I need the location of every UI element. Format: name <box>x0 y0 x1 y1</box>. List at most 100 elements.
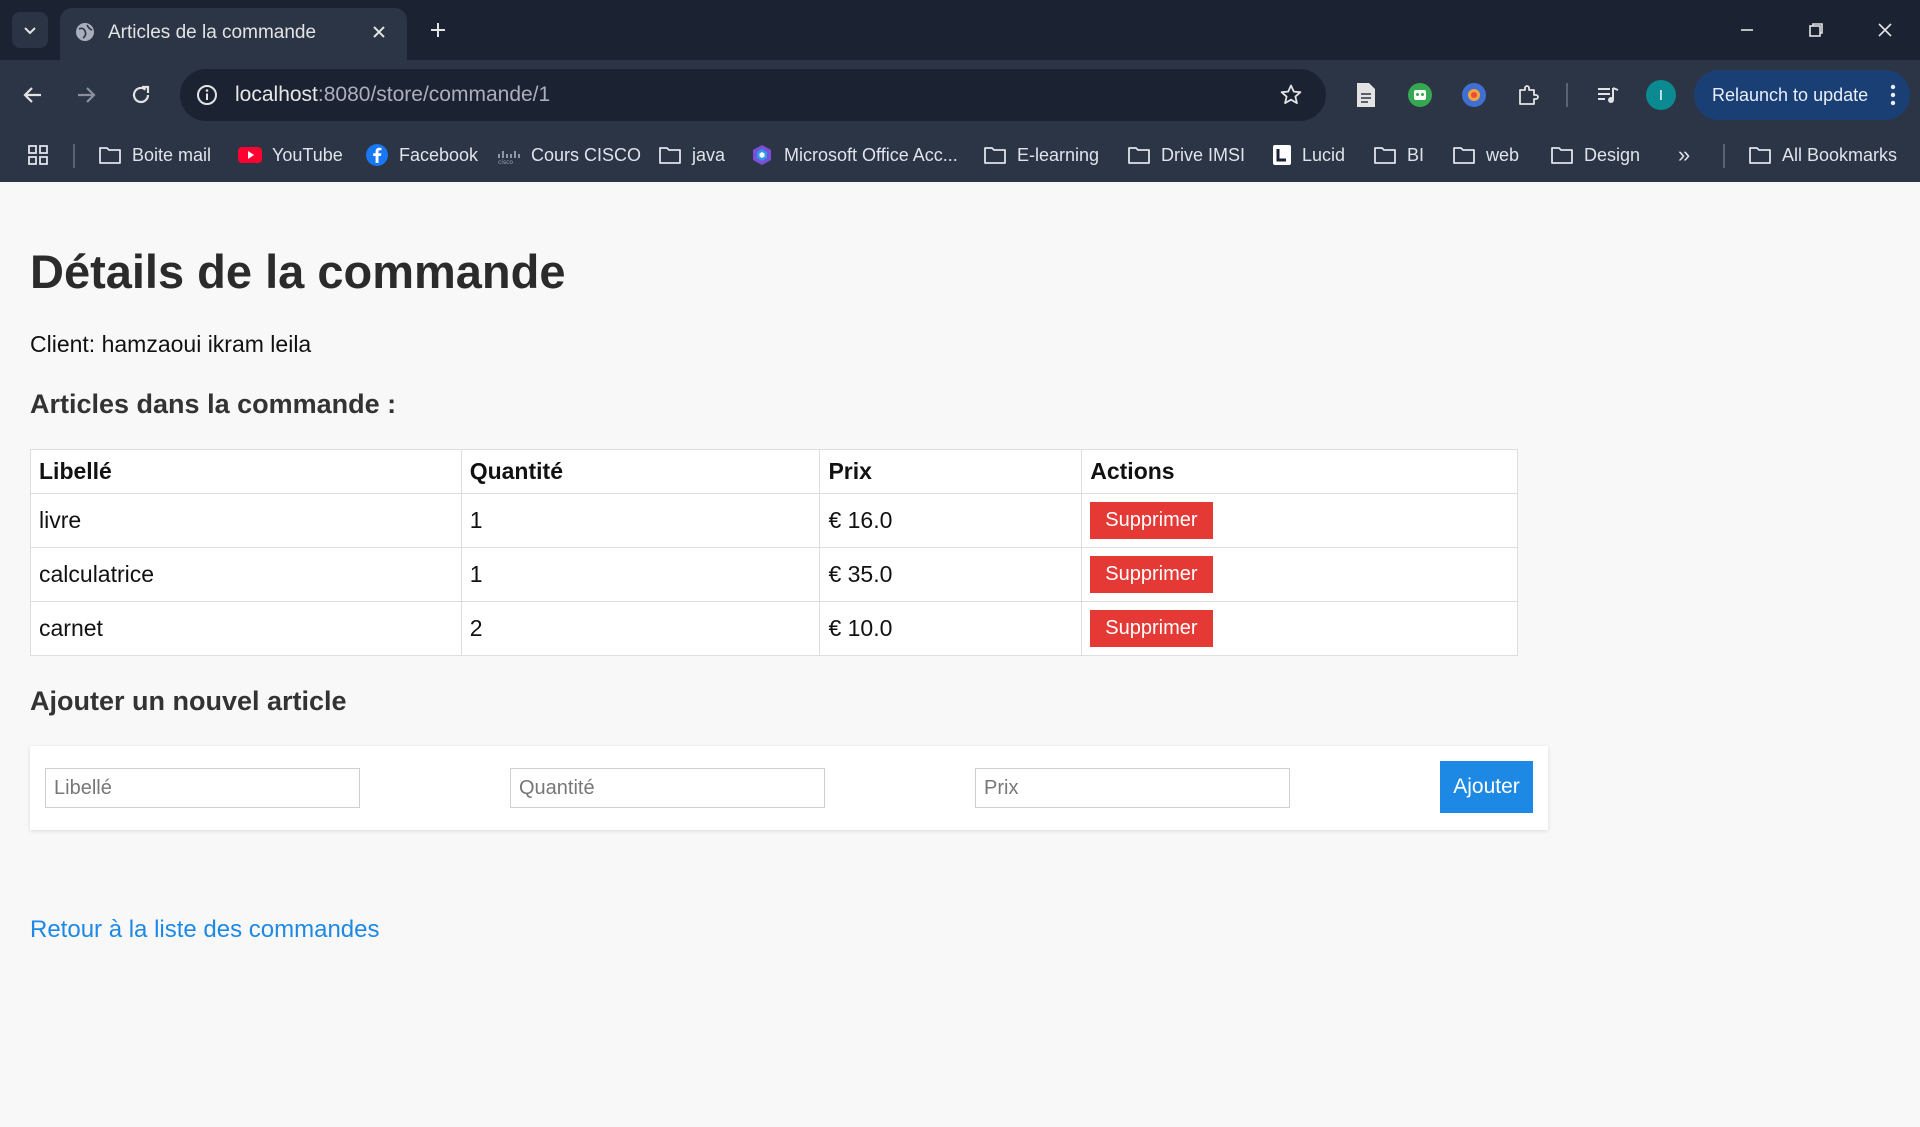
cell-libelle: calculatrice <box>30 547 462 602</box>
bookmark-star-icon[interactable] <box>1278 82 1304 108</box>
delete-button[interactable]: Supprimer <box>1090 556 1213 593</box>
folder-icon <box>1374 147 1396 164</box>
site-info-icon[interactable] <box>192 80 222 110</box>
svg-text:cisco: cisco <box>498 159 513 164</box>
profile-avatar[interactable]: I <box>1646 80 1676 110</box>
chevron-down-icon <box>24 27 36 35</box>
column-header-libelle: Libellé <box>30 449 462 494</box>
bookmark-label: E-learning <box>1017 144 1100 165</box>
column-header-quantite: Quantité <box>460 449 821 494</box>
reload-icon[interactable] <box>123 77 159 113</box>
quantite-input[interactable] <box>510 768 825 808</box>
bookmark-drive-imsi[interactable]: Drive IMSI <box>1127 139 1245 171</box>
bookmark-java[interactable]: java <box>658 139 725 171</box>
delete-button[interactable]: Supprimer <box>1090 610 1213 647</box>
folder-icon <box>984 147 1006 164</box>
cell-libelle: livre <box>30 493 462 548</box>
add-button[interactable]: Ajouter <box>1440 761 1533 813</box>
items-table: Libellé Quantité Prix Actions livre 1 € … <box>30 449 1518 656</box>
bookmark-label: Drive IMSI <box>1161 144 1246 165</box>
lucid-icon <box>1273 145 1291 165</box>
cell-actions: Supprimer <box>1081 601 1518 656</box>
folder-icon <box>1749 147 1771 164</box>
all-bookmarks[interactable]: All Bookmarks <box>1748 139 1897 171</box>
tab-bar: Articles de la commande <box>0 0 1920 60</box>
bookmark-lucid[interactable]: Lucid <box>1272 139 1345 171</box>
bookmark-boite-mail[interactable]: Boite mail <box>98 139 211 171</box>
add-article-form: Ajouter <box>30 746 1548 830</box>
folder-icon <box>659 147 681 164</box>
reading-mode-icon[interactable] <box>1351 80 1381 110</box>
globe-icon <box>76 23 94 41</box>
relaunch-label: Relaunch to update <box>1712 84 1869 105</box>
close-tab-icon[interactable] <box>365 18 393 46</box>
extension-green-icon[interactable] <box>1405 80 1435 110</box>
table-row: livre 1 € 16.0 Supprimer <box>30 493 1518 548</box>
address-bar[interactable]: localhost:8080/store/commande/1 <box>180 69 1326 121</box>
client-name: Client: hamzaoui ikram leila <box>30 331 312 357</box>
bookmark-bi[interactable]: BI <box>1373 139 1424 171</box>
tab-search-button[interactable] <box>12 12 48 48</box>
table-header-row: Libellé Quantité Prix Actions <box>30 449 1518 494</box>
more-bookmarks-icon[interactable]: » <box>1678 139 1690 171</box>
cell-quantite: 1 <box>460 547 821 602</box>
cell-prix: € 10.0 <box>819 601 1083 656</box>
cell-actions: Supprimer <box>1081 493 1518 548</box>
office-icon <box>753 145 771 165</box>
folder-icon <box>99 147 121 164</box>
page-title: Détails de la commande <box>30 245 566 298</box>
items-heading: Articles dans la commande : <box>30 389 397 419</box>
close-window-icon[interactable] <box>1862 10 1908 50</box>
back-icon[interactable] <box>15 77 51 113</box>
folder-icon <box>1551 147 1573 164</box>
add-article-heading: Ajouter un nouvel article <box>30 686 347 716</box>
bookmark-web[interactable]: web <box>1452 139 1519 171</box>
media-control-icon[interactable] <box>1593 80 1623 110</box>
bookmark-cours-cisco[interactable]: cisco Cours CISCO <box>497 139 641 171</box>
extension-firefox-icon[interactable] <box>1459 80 1489 110</box>
bookmark-label: java <box>692 144 726 165</box>
cell-prix: € 16.0 <box>819 493 1083 548</box>
cell-prix: € 35.0 <box>819 547 1083 602</box>
more-menu-icon[interactable] <box>1890 83 1896 107</box>
apps-grid-icon[interactable] <box>27 139 49 171</box>
facebook-icon <box>366 144 388 166</box>
url-text[interactable]: localhost:8080/store/commande/1 <box>235 83 550 107</box>
bookmark-label: YouTube <box>272 144 343 165</box>
table-row: carnet 2 € 10.0 Supprimer <box>30 601 1518 656</box>
restore-icon[interactable] <box>1793 10 1839 50</box>
cell-libelle: carnet <box>30 601 462 656</box>
delete-button[interactable]: Supprimer <box>1090 502 1213 539</box>
folder-icon <box>1128 147 1150 164</box>
bookmark-e-learning[interactable]: E-learning <box>983 139 1099 171</box>
youtube-icon <box>238 147 262 163</box>
new-tab-icon[interactable] <box>422 14 454 46</box>
tab-title: Articles de la commande <box>108 22 317 43</box>
column-header-actions: Actions <box>1081 449 1518 494</box>
folder-icon <box>1453 147 1475 164</box>
bookmark-youtube[interactable]: YouTube <box>238 139 343 171</box>
extensions-puzzle-icon[interactable] <box>1513 80 1543 110</box>
bookmark-label: Cours CISCO <box>531 144 642 165</box>
bookmark-label: Facebook <box>399 144 479 165</box>
bookmark-label: Design <box>1584 144 1641 165</box>
bookmark-label: BI <box>1407 144 1425 165</box>
forward-icon[interactable] <box>68 77 104 113</box>
browser-toolbar: localhost:8080/store/commande/1 I Relaun… <box>0 60 1920 130</box>
cell-quantite: 1 <box>460 493 821 548</box>
libelle-input[interactable] <box>45 768 360 808</box>
back-to-orders-link[interactable]: Retour à la liste des commandes <box>30 916 380 944</box>
relaunch-button[interactable]: Relaunch to update <box>1694 70 1910 120</box>
cell-actions: Supprimer <box>1081 547 1518 602</box>
bookmark-facebook[interactable]: Facebook <box>365 139 478 171</box>
tab-active[interactable]: Articles de la commande <box>60 8 407 60</box>
bookmarks-bar: Boite mail YouTube Facebook cisco Cours … <box>0 130 1920 182</box>
bookmark-label: Boite mail <box>132 144 212 165</box>
minimize-icon[interactable] <box>1724 10 1770 50</box>
bookmark-label: web <box>1486 144 1520 165</box>
bookmark-microsoft-office[interactable]: Microsoft Office Acc... <box>750 139 958 171</box>
prix-input[interactable] <box>975 768 1290 808</box>
bookmark-design[interactable]: Design <box>1550 139 1640 171</box>
bookmark-label: All Bookmarks <box>1782 144 1898 165</box>
bookmark-label: Lucid <box>1302 144 1346 165</box>
